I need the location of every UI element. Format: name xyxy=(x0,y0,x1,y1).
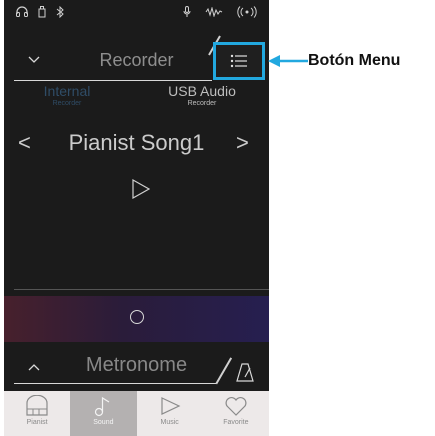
nav-music[interactable]: Music xyxy=(137,391,203,436)
tab-sublabel: Recorder xyxy=(52,100,82,107)
menu-list-icon xyxy=(230,54,247,68)
wireless-signal-icon xyxy=(237,5,257,21)
piano-icon xyxy=(26,395,48,416)
nav-label: Favorite xyxy=(223,419,249,426)
next-song-button[interactable]: > xyxy=(236,130,249,156)
status-bar xyxy=(4,0,269,26)
app-screen: Recorder Internal Recorder USB Audio Rec… xyxy=(4,0,269,436)
record-circle-icon xyxy=(130,310,144,324)
microphone-icon xyxy=(183,5,191,21)
record-divider xyxy=(14,289,269,290)
play-icon xyxy=(161,397,181,415)
tab-internal-recorder[interactable]: Internal Recorder xyxy=(22,84,112,108)
song-name: Pianist Song1 xyxy=(68,130,205,155)
metronome-button[interactable] xyxy=(228,358,262,386)
bluetooth-icon xyxy=(56,5,64,21)
usb-stick-icon xyxy=(38,5,46,21)
play-button[interactable] xyxy=(126,175,156,205)
nav-pianist[interactable]: Pianist xyxy=(4,391,70,436)
audio-waveform-icon xyxy=(205,5,223,20)
song-selector: Pianist Song1 < > xyxy=(4,130,269,162)
tab-sublabel: Recorder xyxy=(187,100,217,107)
nav-sound[interactable]: Sound xyxy=(70,391,137,436)
headphones-icon xyxy=(16,6,28,20)
recorder-tabs: Internal Recorder USB Audio Recorder xyxy=(4,84,269,114)
nav-label: Music xyxy=(160,419,179,426)
bottom-navigation: Pianist Sound Music Favorite xyxy=(4,391,269,436)
callout-label: Botón Menu xyxy=(308,52,401,69)
callout-arrow-icon xyxy=(268,55,308,67)
nav-label: Sound xyxy=(93,419,114,426)
nav-label: Pianist xyxy=(26,419,48,426)
record-button[interactable] xyxy=(4,296,269,342)
nav-favorite[interactable]: Favorite xyxy=(203,391,269,436)
metronome-divider xyxy=(14,383,216,384)
previous-song-button[interactable]: < xyxy=(18,130,31,156)
music-note-icon xyxy=(95,396,110,417)
tab-label: Internal xyxy=(43,83,91,99)
menu-button[interactable] xyxy=(213,42,265,80)
metronome-icon xyxy=(236,363,254,382)
tab-usb-audio-recorder[interactable]: USB Audio Recorder xyxy=(152,84,252,108)
header-divider xyxy=(14,80,212,81)
play-icon xyxy=(132,178,151,200)
heart-icon xyxy=(225,397,247,416)
tab-label: USB Audio xyxy=(168,83,236,99)
